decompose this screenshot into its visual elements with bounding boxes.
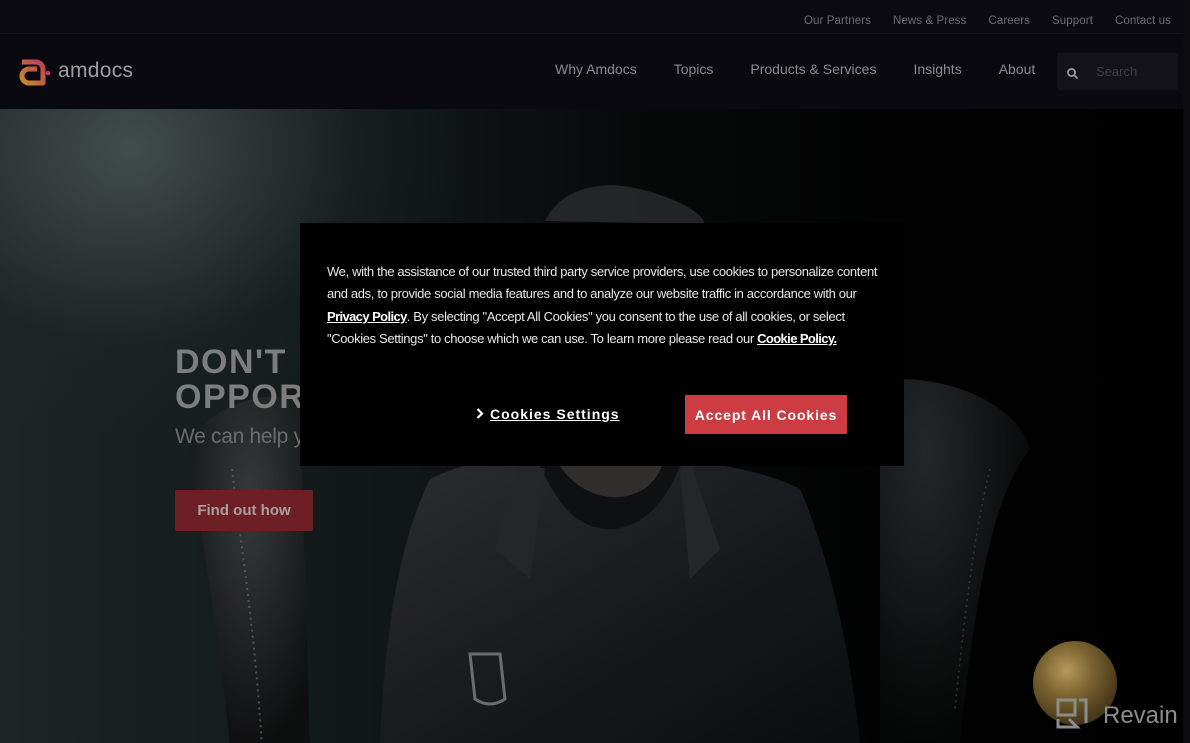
utility-bar: Our Partners News & Press Careers Suppor… bbox=[0, 0, 1183, 34]
utility-link-our-partners[interactable]: Our Partners bbox=[804, 15, 871, 27]
chevron-right-icon bbox=[476, 406, 484, 422]
cookie-consent-text: We, with the assistance of our trusted t… bbox=[327, 261, 882, 351]
search-icon[interactable] bbox=[1066, 67, 1080, 81]
accept-all-cookies-button[interactable]: Accept All Cookies bbox=[685, 395, 847, 434]
revain-watermark: Revain bbox=[1055, 697, 1178, 734]
page-scrollbar[interactable] bbox=[1183, 0, 1190, 743]
search-box bbox=[1057, 53, 1178, 90]
nav-insights[interactable]: Insights bbox=[913, 61, 961, 77]
page: Our Partners News & Press Careers Suppor… bbox=[0, 0, 1183, 743]
nav-products-services[interactable]: Products & Services bbox=[750, 61, 876, 77]
utility-link-support[interactable]: Support bbox=[1052, 15, 1093, 27]
nav-why-amdocs[interactable]: Why Amdocs bbox=[555, 61, 637, 77]
privacy-policy-link[interactable]: Privacy Policy bbox=[327, 309, 407, 324]
revain-logo-icon bbox=[1055, 697, 1089, 734]
brand-name: amdocs bbox=[58, 59, 134, 82]
cookies-settings-button[interactable]: Cookies Settings bbox=[476, 406, 620, 422]
revain-text: Revain bbox=[1103, 701, 1178, 729]
hero-title: DON'T I OPPOR bbox=[175, 345, 309, 415]
hero-subtitle: We can help yo bbox=[175, 425, 316, 448]
find-out-how-button[interactable]: Find out how bbox=[175, 490, 313, 531]
amdocs-logo-icon bbox=[18, 56, 52, 86]
primary-nav: Why Amdocs Topics Products & Services In… bbox=[555, 61, 1035, 79]
utility-nav: Our Partners News & Press Careers Suppor… bbox=[804, 11, 1171, 29]
cookie-consent-banner: We, with the assistance of our trusted t… bbox=[300, 223, 904, 466]
logo-link[interactable]: amdocs bbox=[18, 56, 133, 86]
main-nav: amdocs Why Amdocs Topics Products & Serv… bbox=[0, 34, 1183, 109]
nav-about[interactable]: About bbox=[999, 61, 1036, 77]
hero-title-line-2: OPPOR bbox=[175, 378, 306, 416]
nav-topics[interactable]: Topics bbox=[674, 61, 714, 77]
cookies-settings-label: Cookies Settings bbox=[490, 406, 620, 422]
cookie-text-part-1: We, with the assistance of our trusted t… bbox=[327, 264, 878, 302]
cookie-policy-link[interactable]: Cookie Policy. bbox=[757, 331, 837, 346]
utility-link-contact-us[interactable]: Contact us bbox=[1115, 15, 1171, 27]
hero-title-line-1: DON'T I bbox=[175, 343, 309, 381]
search-input[interactable] bbox=[1096, 64, 1176, 79]
utility-link-news-press[interactable]: News & Press bbox=[893, 15, 966, 27]
utility-link-careers[interactable]: Careers bbox=[988, 15, 1030, 27]
